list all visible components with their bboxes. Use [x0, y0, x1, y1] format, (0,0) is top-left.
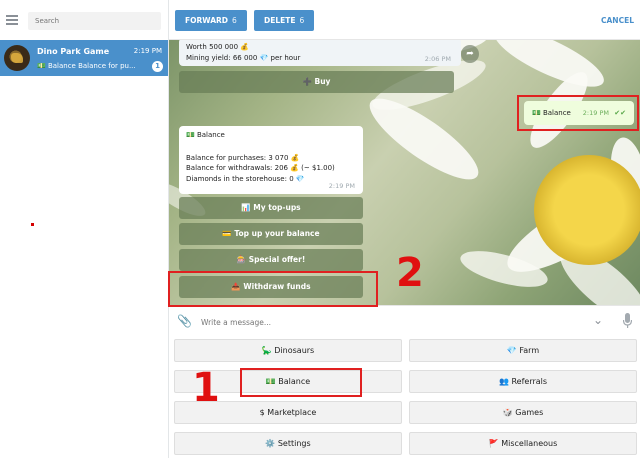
selection-toolbar: FORWARD 6 DELETE 6 CANCEL: [169, 0, 640, 40]
reply-keyboard: 🦕 Dinosaurs 💎 Farm 💵 Balance 👥 Referrals…: [169, 336, 640, 458]
miscellaneous-button[interactable]: 🚩 Miscellaneous: [409, 432, 637, 455]
message-time: 2:06 PM: [424, 54, 451, 63]
forward-label: FORWARD: [185, 16, 229, 25]
top-up-balance-button[interactable]: 💳 Top up your balance: [179, 223, 363, 245]
chat-name: Dino Park Game: [37, 47, 110, 56]
buy-button[interactable]: ➕ Buy: [179, 71, 454, 93]
message-time: 2:19 PM: [328, 181, 355, 190]
annotation-number: 1: [192, 365, 220, 411]
farm-button[interactable]: 💎 Farm: [409, 339, 637, 362]
unread-badge: 1: [152, 61, 163, 72]
chat-time: 2:19 PM: [133, 47, 162, 55]
highlight-box: [517, 95, 639, 131]
chat-preview: 💵 Balance Balance for pu...: [37, 62, 136, 70]
menu-icon[interactable]: [6, 15, 18, 25]
incoming-message-balance[interactable]: 💵 Balance Balance for purchases: 3 070 💰…: [179, 126, 363, 194]
search-input[interactable]: [28, 12, 161, 30]
message-title: 💵 Balance: [186, 131, 225, 139]
highlight-box: [240, 368, 362, 397]
message-input[interactable]: [201, 315, 581, 329]
background-petal: [487, 40, 611, 98]
message-composer: 📎 ⌄: [169, 305, 640, 336]
red-dot-mark: [31, 223, 34, 226]
incoming-message[interactable]: Worth 500 000 💰 Mining yield: 66 000 💎 p…: [179, 40, 461, 66]
message-line: Mining yield: 66 000 💎 per hour: [186, 53, 301, 62]
chevron-down-icon[interactable]: ⌄: [593, 313, 603, 327]
chat-list-panel: Dino Park Game 2:19 PM 💵 Balance Balance…: [0, 0, 169, 458]
highlight-box: [168, 271, 378, 307]
microphone-icon[interactable]: [623, 313, 632, 329]
forward-button[interactable]: FORWARD 6: [175, 10, 247, 31]
paperclip-icon[interactable]: 📎: [177, 314, 192, 328]
settings-button[interactable]: ⚙️ Settings: [174, 432, 402, 455]
message-line: Balance for purchases: 3 070 💰: [186, 153, 300, 162]
referrals-button[interactable]: 👥 Referrals: [409, 370, 637, 393]
background-flower-center: [534, 155, 640, 265]
avatar: [4, 45, 30, 71]
chat-list-header: [0, 0, 169, 40]
chat-list-item-dino-park-game[interactable]: Dino Park Game 2:19 PM 💵 Balance Balance…: [0, 40, 168, 76]
dinosaurs-button[interactable]: 🦕 Dinosaurs: [174, 339, 402, 362]
message-line: Worth 500 000 💰: [186, 43, 249, 51]
message-line: Balance for withdrawals: 206 💰 (~ $1.00): [186, 164, 335, 172]
delete-button[interactable]: DELETE 6: [254, 10, 315, 31]
delete-label: DELETE: [264, 16, 296, 25]
special-offer-button[interactable]: 🎰 Special offer!: [179, 249, 363, 271]
forward-count: 6: [232, 16, 237, 25]
annotation-number: 2: [396, 250, 424, 296]
cancel-button[interactable]: CANCEL: [601, 16, 634, 25]
games-button[interactable]: 🎲 Games: [409, 401, 637, 424]
delete-count: 6: [299, 16, 305, 25]
share-icon[interactable]: ➦: [461, 45, 479, 63]
my-topups-button[interactable]: 📊 My top-ups: [179, 197, 363, 219]
